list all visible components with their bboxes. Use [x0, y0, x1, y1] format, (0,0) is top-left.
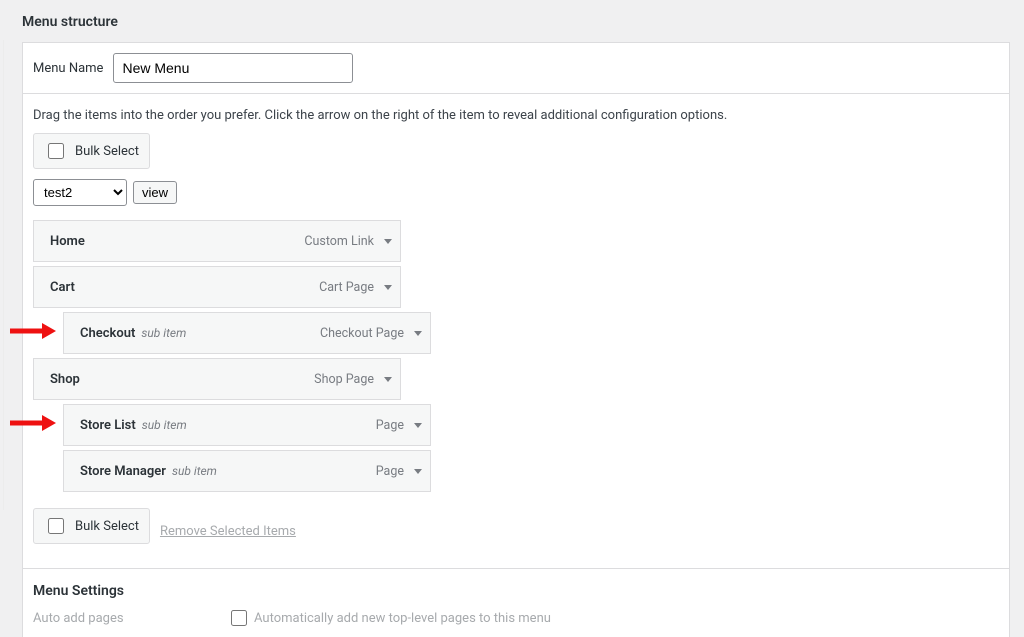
menu-item-subtext: sub item: [142, 418, 187, 432]
menu-item-title: Shop: [50, 372, 80, 387]
view-button[interactable]: view: [133, 181, 177, 204]
menu-item-title: Home: [50, 234, 85, 249]
chevron-down-icon[interactable]: [414, 469, 422, 474]
menu-item-shop[interactable]: Shop Shop Page: [33, 358, 401, 400]
menu-item-type: Shop Page: [314, 372, 374, 387]
menu-item-type: Custom Link: [304, 234, 374, 249]
menu-name-field[interactable]: [113, 53, 353, 83]
menu-item-title: Store Manager: [80, 464, 166, 479]
arrow-annotation-icon: [8, 413, 56, 437]
menu-name-label: Menu Name: [33, 61, 103, 76]
instructions-text: Drag the items into the order you prefer…: [33, 108, 999, 123]
remove-selected-link[interactable]: Remove Selected Items: [160, 524, 296, 539]
menu-item-subtext: sub item: [172, 464, 217, 478]
auto-add-pages-desc: Automatically add new top-level pages to…: [254, 611, 551, 626]
chevron-down-icon[interactable]: [384, 239, 392, 244]
menu-item-title: Cart: [50, 280, 75, 295]
chevron-down-icon[interactable]: [414, 331, 422, 336]
bulk-select-label-bottom: Bulk Select: [75, 519, 139, 534]
auto-add-pages-label: Auto add pages: [33, 611, 223, 626]
bulk-select-checkbox-bottom[interactable]: [48, 518, 64, 534]
menu-item-type: Checkout Page: [320, 326, 404, 341]
menu-item-type: Page: [376, 464, 404, 479]
menu-item-subtext: sub item: [141, 326, 186, 340]
arrow-annotation-icon: [8, 321, 56, 345]
menu-item-type: Page: [376, 418, 404, 433]
bulk-select-label-top: Bulk Select: [75, 144, 139, 159]
menu-item-type: Cart Page: [319, 280, 374, 295]
bulk-select-checkbox-top[interactable]: [48, 143, 64, 159]
menu-item-home[interactable]: Home Custom Link: [33, 220, 401, 262]
chevron-down-icon[interactable]: [384, 285, 392, 290]
menu-selector-dropdown[interactable]: test2: [33, 179, 127, 206]
menu-item-checkout[interactable]: Checkout sub item Checkout Page: [63, 312, 431, 354]
chevron-down-icon[interactable]: [414, 423, 422, 428]
bulk-select-bottom[interactable]: Bulk Select: [33, 508, 150, 544]
menu-item-store-list[interactable]: Store List sub item Page: [63, 404, 431, 446]
menu-settings-title: Menu Settings: [23, 568, 1009, 607]
menu-item-store-manager[interactable]: Store Manager sub item Page: [63, 450, 431, 492]
section-title: Menu structure: [22, 0, 1024, 42]
menu-item-title: Store List: [80, 418, 136, 433]
bulk-select-top[interactable]: Bulk Select: [33, 133, 150, 169]
menu-item-cart[interactable]: Cart Cart Page: [33, 266, 401, 308]
menu-structure-panel: Menu Name Drag the items into the order …: [22, 42, 1010, 637]
auto-add-pages-checkbox[interactable]: [231, 610, 247, 626]
chevron-down-icon[interactable]: [384, 377, 392, 382]
menu-item-title: Checkout: [80, 326, 135, 341]
